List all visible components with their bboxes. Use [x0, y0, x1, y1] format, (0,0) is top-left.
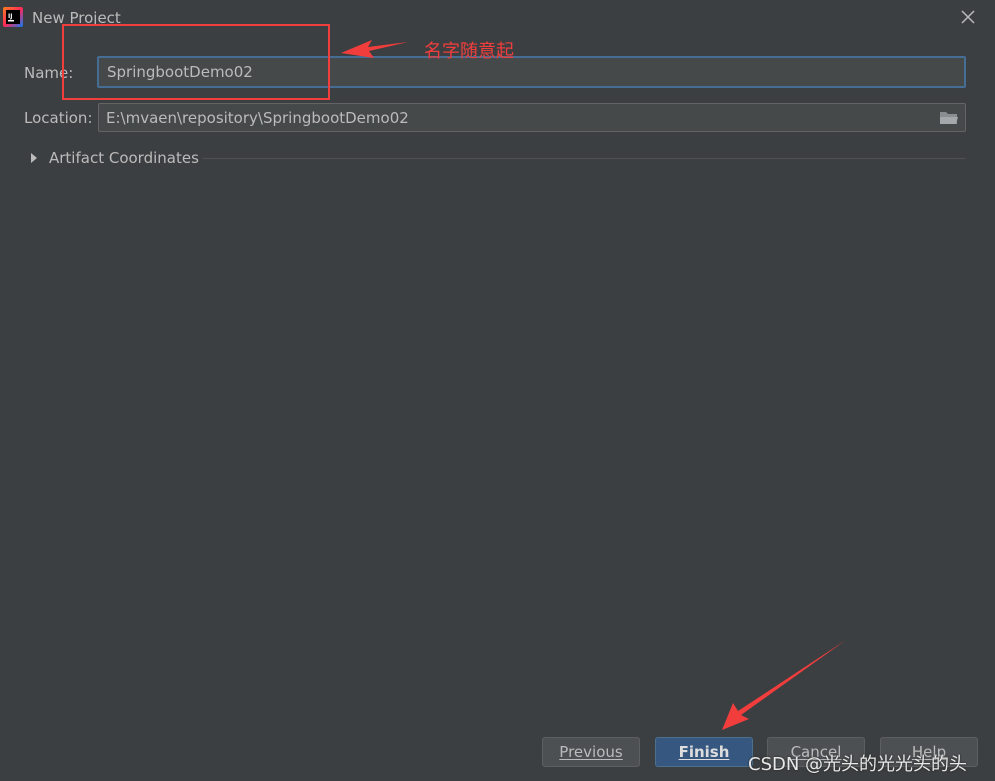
expand-arrow-icon	[31, 153, 37, 163]
name-label: Name:	[24, 64, 74, 82]
section-divider	[203, 158, 966, 159]
previous-button[interactable]: Previous	[542, 737, 640, 767]
finish-button[interactable]: Finish	[655, 737, 753, 767]
cancel-button[interactable]: Cancel	[767, 737, 865, 767]
artifact-coordinates-toggle[interactable]: Artifact Coordinates	[28, 148, 968, 170]
project-name-input[interactable]	[97, 56, 966, 88]
location-label: Location:	[24, 109, 93, 127]
close-icon[interactable]	[959, 8, 977, 26]
intellij-idea-icon: IJ	[3, 7, 23, 27]
title-bar: IJ New Project	[0, 0, 995, 36]
project-location-input[interactable]	[98, 103, 966, 132]
folder-icon[interactable]	[938, 108, 960, 128]
svg-text:IJ: IJ	[8, 13, 12, 20]
artifact-coordinates-label: Artifact Coordinates	[49, 149, 199, 167]
annotation-arrow-finish	[722, 640, 846, 730]
help-button[interactable]: Help	[880, 737, 978, 767]
new-project-dialog: IJ New Project Name: Location: Artifact …	[0, 0, 995, 781]
window-title: New Project	[32, 9, 121, 27]
